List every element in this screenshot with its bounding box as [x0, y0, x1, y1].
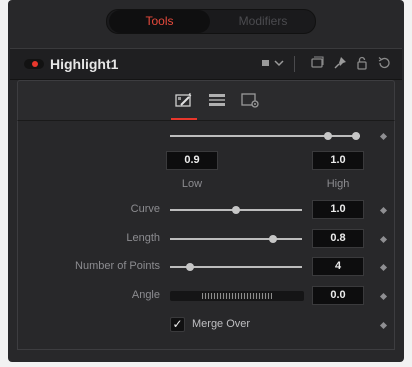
- tool-enable-toggle[interactable]: [24, 59, 44, 69]
- low-label: Low: [181, 178, 203, 190]
- low-value-field[interactable]: 0.9: [166, 151, 218, 170]
- control-tabs: [17, 80, 395, 121]
- controls-area: 0.9 1.0 Low High Curve 1.0 Length 0.8 Nu…: [17, 120, 395, 350]
- gradient-tab-icon[interactable]: [207, 92, 227, 108]
- length-label: Length: [126, 232, 160, 244]
- tab-tools[interactable]: Tools: [109, 10, 210, 33]
- points-slider-handle[interactable]: [186, 263, 194, 271]
- tool-name[interactable]: Highlight1: [50, 56, 118, 72]
- length-value-field[interactable]: 0.8: [312, 229, 364, 248]
- settings-tab-icon[interactable]: [240, 92, 260, 108]
- curve-keyframe-icon[interactable]: [379, 206, 388, 215]
- header-divider: [294, 56, 295, 72]
- window-icon[interactable]: [309, 55, 325, 71]
- angle-thumbwheel[interactable]: [170, 291, 304, 301]
- points-value-field[interactable]: 4: [312, 257, 364, 276]
- range-keyframe-icon[interactable]: [379, 132, 388, 141]
- tool-panel: Tools Modifiers Highlight1 0.9 1.0 Low H…: [8, 0, 404, 362]
- merge-over-checkbox[interactable]: ✓: [170, 317, 185, 332]
- angle-keyframe-icon[interactable]: [379, 292, 388, 301]
- merge-over-label: Merge Over: [192, 318, 251, 330]
- thumbwheel-ticks: [202, 293, 272, 299]
- length-keyframe-icon[interactable]: [379, 235, 388, 244]
- controls-tab-icon[interactable]: [174, 92, 194, 108]
- merge-over-keyframe-icon[interactable]: [379, 321, 388, 330]
- pin-icon[interactable]: [332, 55, 348, 71]
- high-value-field[interactable]: 1.0: [312, 151, 364, 170]
- curve-value-field[interactable]: 1.0: [312, 200, 364, 219]
- angle-label: Angle: [131, 289, 160, 301]
- reset-icon[interactable]: [376, 55, 392, 71]
- curve-label: Curve: [130, 203, 160, 215]
- chevron-down-icon[interactable]: [271, 55, 287, 71]
- range-high-handle[interactable]: [352, 132, 360, 140]
- length-slider-track[interactable]: [170, 238, 302, 240]
- tool-header: Highlight1: [10, 48, 402, 80]
- points-label: Number of Points: [75, 260, 160, 272]
- tab-modifiers[interactable]: Modifiers: [211, 10, 315, 33]
- curve-slider-handle[interactable]: [232, 206, 240, 214]
- points-keyframe-icon[interactable]: [379, 263, 388, 272]
- tab-bar: Tools Modifiers: [106, 9, 316, 34]
- range-low-handle[interactable]: [324, 132, 332, 140]
- high-label: High: [326, 178, 350, 190]
- length-slider-handle[interactable]: [269, 235, 277, 243]
- angle-value-field[interactable]: 0.0: [312, 286, 364, 305]
- lock-icon[interactable]: [354, 55, 370, 71]
